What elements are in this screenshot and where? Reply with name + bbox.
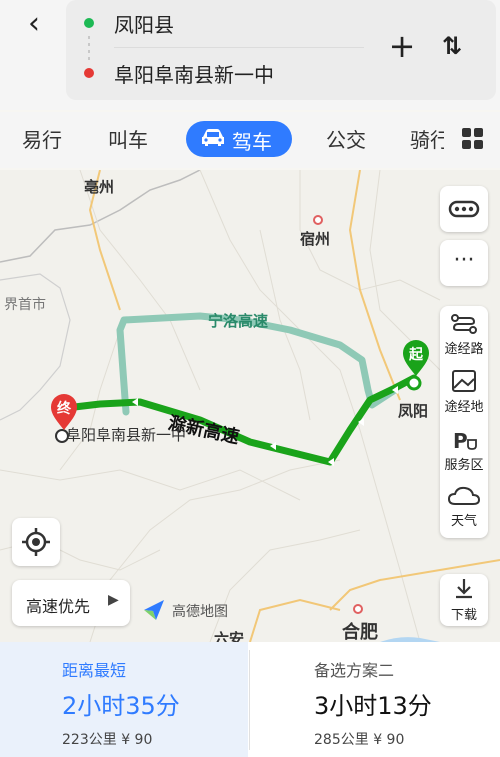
- plan-1-title: 距离最短: [62, 661, 127, 680]
- cloud-icon: [447, 486, 481, 505]
- tab-bus[interactable]: 公交: [326, 124, 366, 153]
- traffic-toggle-button[interactable]: [440, 186, 488, 232]
- more-grid-icon[interactable]: [462, 128, 484, 150]
- traffic-icon: [448, 200, 480, 218]
- start-location-input[interactable]: 凤阳县: [114, 9, 174, 38]
- start-marker-label: 起: [409, 347, 423, 363]
- more-options-button[interactable]: ···: [440, 240, 488, 286]
- download-button[interactable]: 下载: [440, 574, 488, 626]
- city-jieshou: 界首市: [4, 297, 46, 313]
- plan-2-cost: ¥ 90: [373, 732, 405, 748]
- route-icon: [451, 314, 477, 334]
- tab-jiaoche[interactable]: 叫车: [108, 124, 148, 153]
- map-view[interactable]: 亳州 宿州 界首市 合肥 六安 凤阳 宁洛高速 滁新高速 阜阳阜南县新一中 终 …: [0, 170, 500, 642]
- route-connector: [88, 36, 90, 60]
- start-marker[interactable]: 起: [401, 340, 431, 378]
- highway-preference-button[interactable]: 高速优先 ▶: [12, 580, 130, 626]
- city-hefei: 合肥: [342, 622, 378, 642]
- plan-2-time[interactable]: 3小时13分: [314, 686, 432, 721]
- city-bozhou: 亳州: [84, 178, 115, 196]
- city-luan: 六安: [214, 630, 245, 642]
- tab-drive-label: 驾车: [232, 130, 272, 154]
- end-dot-icon: [84, 68, 94, 78]
- tab-ride[interactable]: 骑行: [410, 124, 444, 153]
- svg-text:P: P: [453, 429, 468, 453]
- download-icon: [456, 579, 472, 599]
- plan-1-meta: 223公里 ¥ 90: [62, 729, 152, 749]
- plan-1-time: 2小时35分: [62, 692, 180, 720]
- add-waypoint-button[interactable]: +: [386, 28, 418, 64]
- plan-1-distance: 223公里: [62, 732, 117, 748]
- car-icon: [202, 129, 224, 146]
- divider: [114, 47, 364, 48]
- city-fengyang: 凤阳: [398, 402, 429, 420]
- parking-cup-icon: P: [453, 429, 477, 453]
- plan-2-meta: 285公里 ¥ 90: [314, 729, 404, 749]
- plan-divider: [249, 650, 250, 750]
- plan-2-title[interactable]: 备选方案二: [314, 657, 394, 681]
- triangle-right-icon: ▶: [108, 592, 119, 608]
- amap-logo-icon: [144, 600, 164, 620]
- ellipsis-icon: ···: [453, 248, 475, 273]
- service-area-label: 服务区: [444, 458, 484, 473]
- locate-icon: [22, 528, 50, 556]
- locate-button[interactable]: [12, 518, 60, 566]
- start-dot-icon: [84, 18, 94, 28]
- map-pin-icon: [452, 370, 476, 392]
- highway-preference-label: 高速优先: [26, 597, 91, 616]
- amap-watermark: 高德地图: [142, 598, 242, 622]
- waypoint-route-button[interactable]: 途经路: [440, 310, 488, 362]
- swap-route-button[interactable]: ⇅: [436, 28, 468, 64]
- end-marker-label: 终: [57, 401, 71, 417]
- waypoint-route-label: 途经路: [444, 342, 484, 357]
- road-label-ningluo: 宁洛高速: [208, 312, 269, 330]
- plan-2-distance: 285公里: [314, 732, 369, 748]
- end-location-input[interactable]: 阜阳阜南县新一中: [114, 59, 274, 88]
- plan-1-cost: ¥ 90: [121, 732, 153, 748]
- tab-drive[interactable]: 驾车: [186, 121, 292, 157]
- weather-label: 天气: [450, 514, 477, 529]
- end-marker[interactable]: 终: [49, 394, 79, 432]
- back-arrow-icon[interactable]: ‹: [14, 6, 54, 42]
- waypoint-place-button[interactable]: 途经地: [440, 368, 488, 420]
- tab-yixing[interactable]: 易行: [22, 124, 62, 153]
- download-label: 下载: [450, 608, 477, 623]
- weather-button[interactable]: 天气: [440, 482, 488, 534]
- service-area-button[interactable]: P 服务区: [440, 426, 488, 478]
- destination-label: 阜阳阜南县新一中: [66, 426, 187, 444]
- watermark-text: 高德地图: [172, 604, 228, 620]
- city-suzhou: 宿州: [300, 230, 331, 248]
- waypoint-place-label: 途经地: [444, 400, 484, 415]
